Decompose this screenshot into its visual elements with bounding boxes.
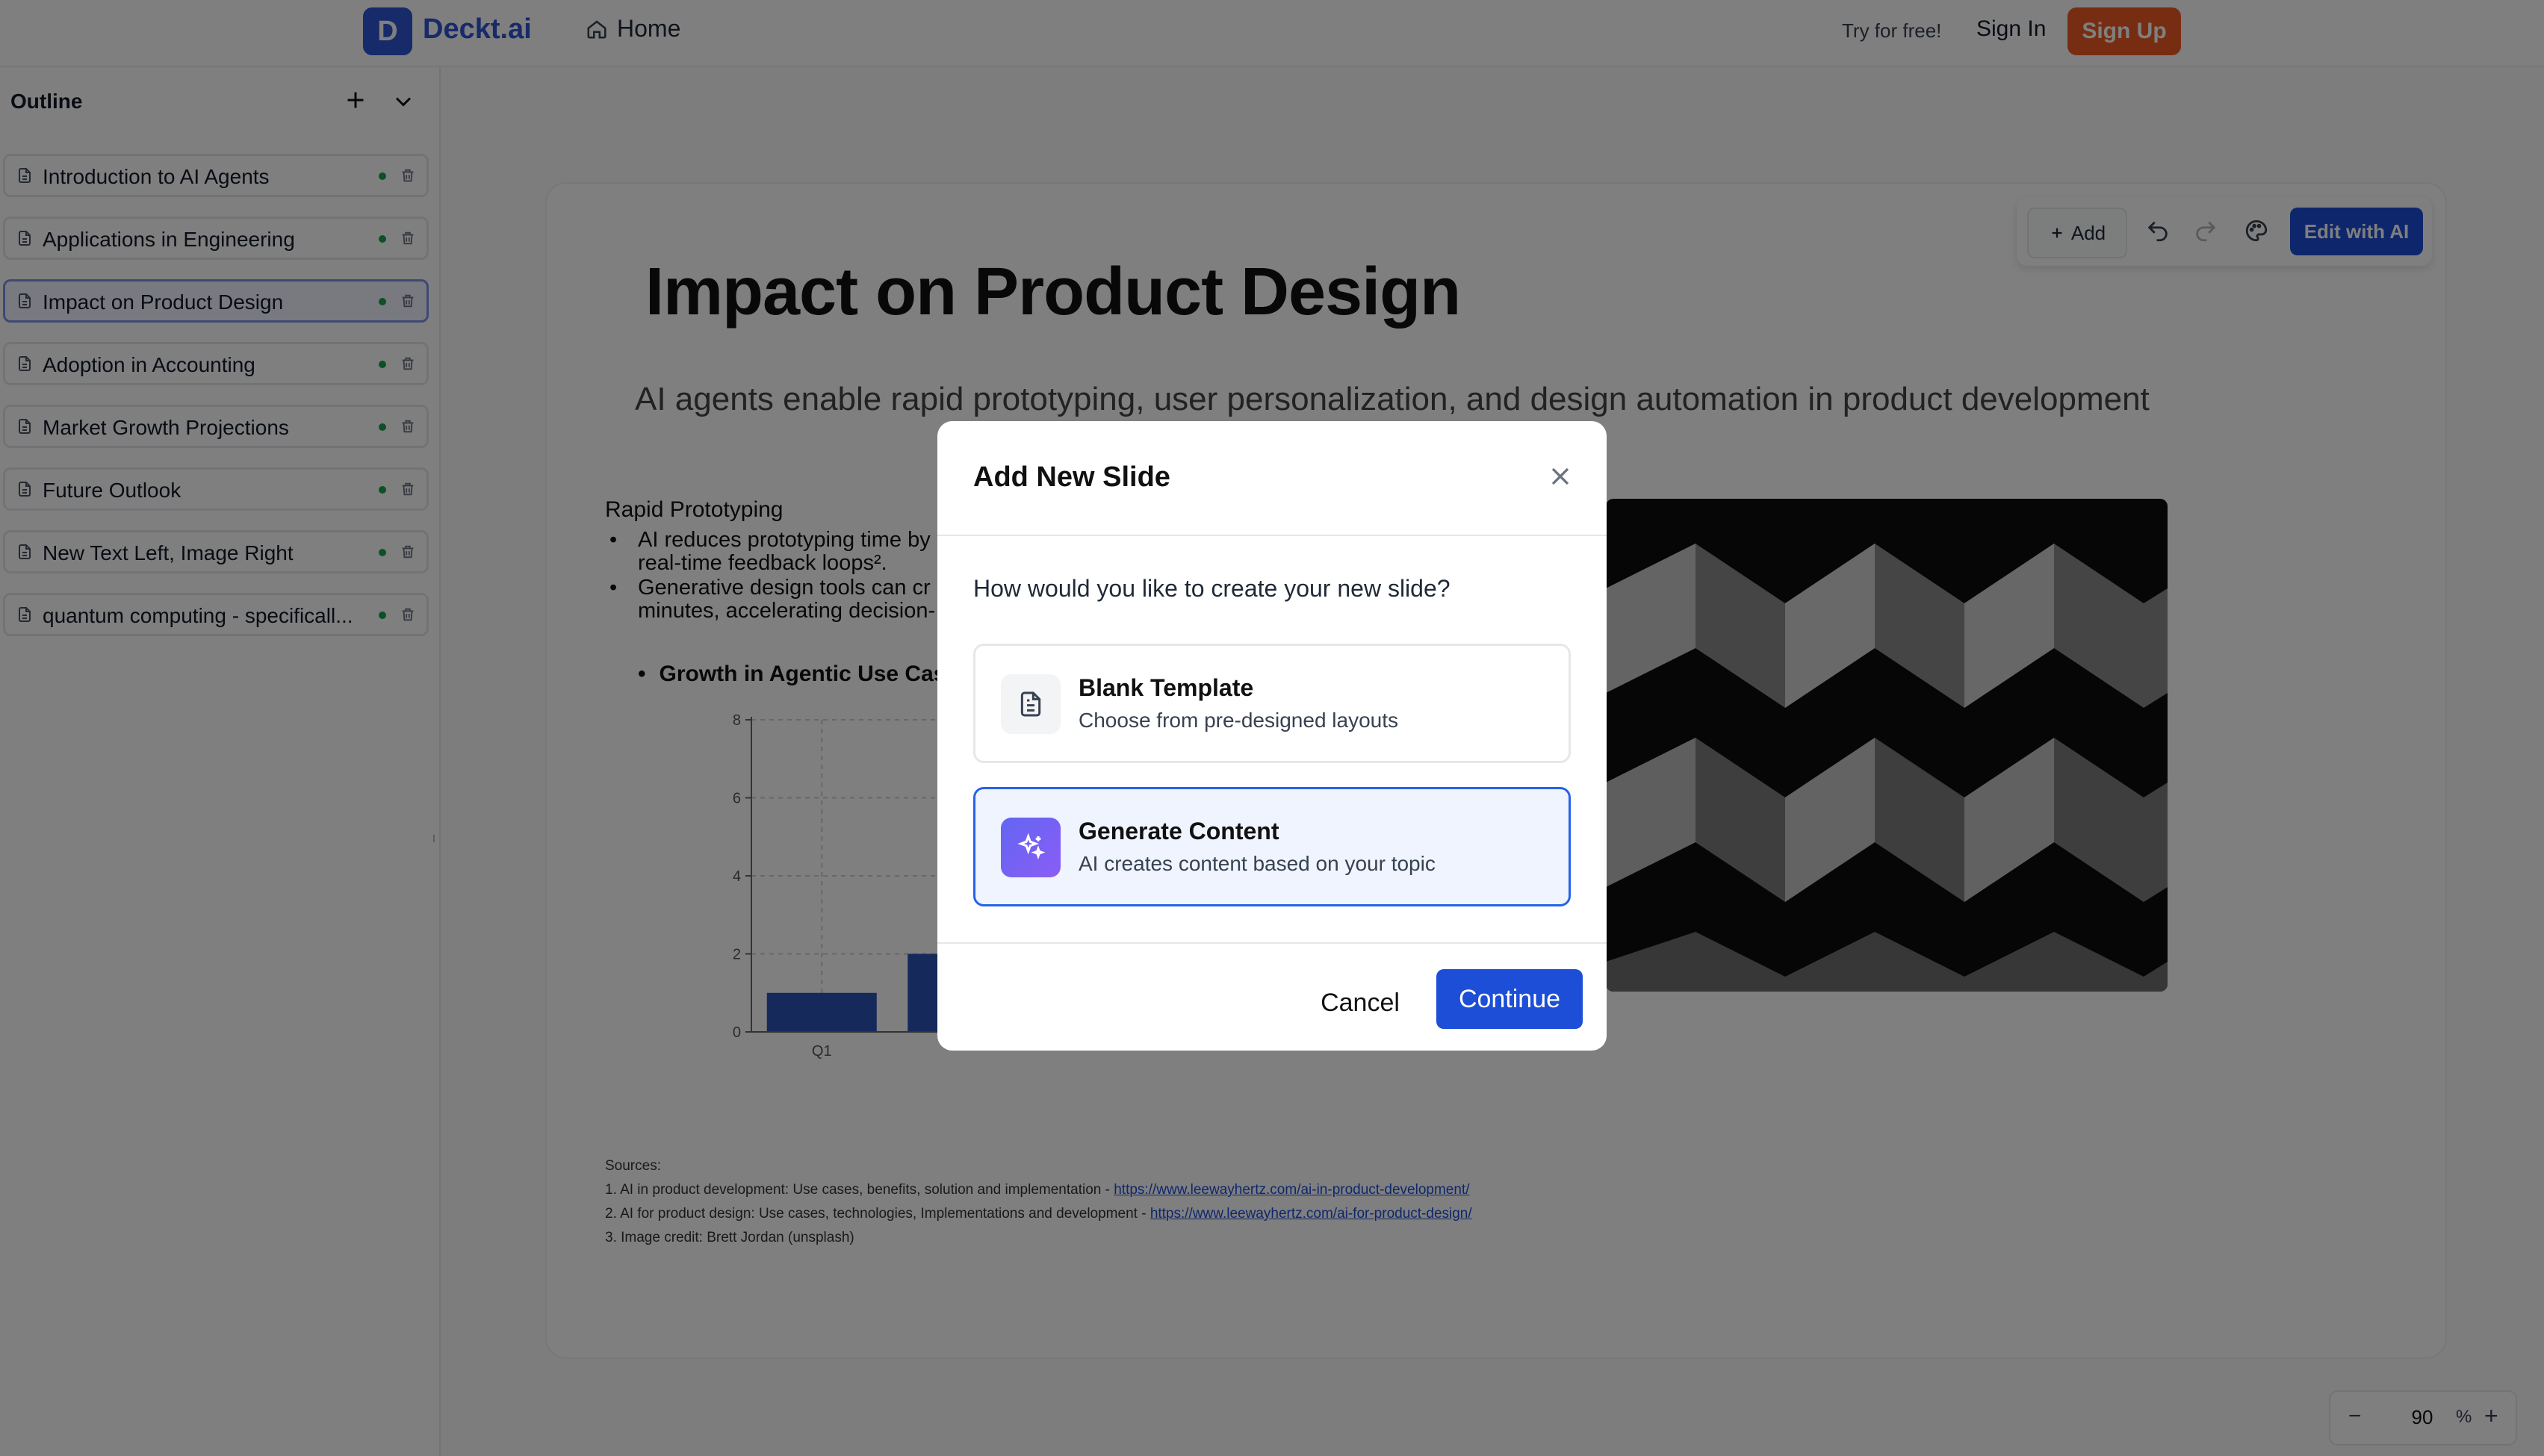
option-description: AI creates content based on your topic [1079, 852, 1436, 875]
add-slide-dialog: Add New Slide How would you like to crea… [937, 421, 1607, 1051]
option-description: Choose from pre-designed layouts [1079, 709, 1399, 732]
close-icon[interactable] [1545, 461, 1575, 491]
dialog-question: How would you like to create your new sl… [973, 575, 1451, 602]
option-title: Blank Template [1079, 674, 1254, 701]
document-icon [1001, 674, 1061, 734]
option-title: Generate Content [1079, 818, 1279, 844]
option-blank-template[interactable]: Blank Template Choose from pre-designed … [973, 644, 1571, 763]
divider [937, 942, 1607, 944]
cancel-button[interactable]: Cancel [1300, 974, 1420, 1032]
continue-button[interactable]: Continue [1436, 969, 1583, 1029]
option-generate-content[interactable]: Generate Content AI creates content base… [973, 787, 1571, 906]
sparkles-icon [1001, 818, 1061, 877]
divider [937, 535, 1607, 536]
dialog-title: Add New Slide [973, 461, 1170, 493]
